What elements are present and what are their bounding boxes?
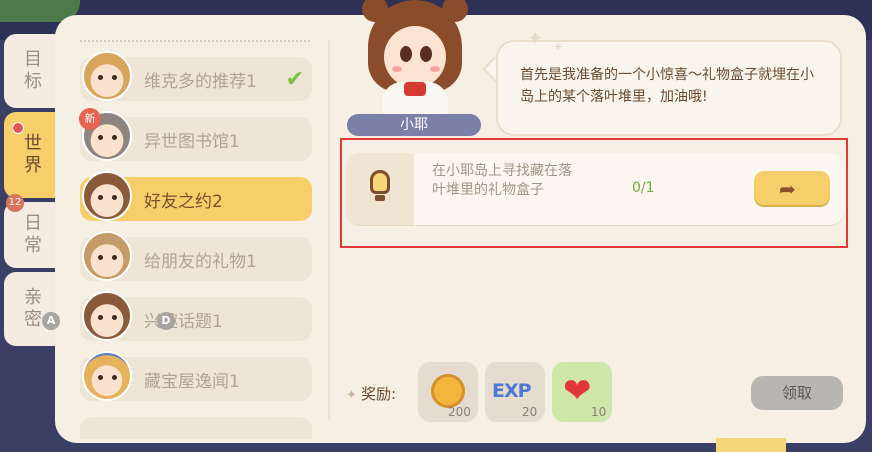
quest-item-interest[interactable]: 兴趣话题1 — [80, 291, 312, 341]
heart-icon: ❤ — [563, 371, 592, 411]
check-icon: ✔ — [285, 67, 304, 92]
tab-goals[interactable]: 目标 — [4, 34, 62, 108]
reward-count: 20 — [522, 405, 538, 419]
tab-label: 世界 — [24, 133, 42, 176]
tab-badge: 12 — [6, 194, 24, 212]
quest-item-victor[interactable]: 维克多的推荐1 ✔ — [80, 51, 312, 101]
notification-dot — [12, 122, 24, 134]
quest-item-friend-date[interactable]: 好友之约2 — [80, 171, 312, 221]
tab-daily[interactable]: 12 日常 — [4, 194, 62, 268]
quest-item-treasure[interactable]: 藏宝屋逸闻1 — [80, 351, 312, 401]
tab-world[interactable]: 世界 — [4, 112, 62, 198]
reward-label: ✦ 奖励: — [346, 383, 396, 404]
npc-portrait — [362, 0, 468, 116]
quest-label: 好友之约2 — [144, 191, 223, 212]
sparkle-icon: ✦ — [527, 26, 544, 50]
quest-item-partial[interactable] — [80, 417, 312, 439]
quest-label: 给朋友的礼物1 — [144, 251, 257, 272]
avatar — [82, 231, 132, 281]
tab-intimacy[interactable]: 亲密 — [4, 272, 62, 346]
tab-label: 日常 — [24, 213, 42, 256]
exp-icon: EXP — [492, 380, 532, 402]
reward-count: 200 — [448, 405, 471, 419]
panel-divider — [328, 40, 330, 420]
avatar — [82, 291, 132, 341]
background-yellow — [716, 438, 786, 452]
reward-label-text: 奖励: — [361, 385, 397, 403]
avatar — [82, 51, 132, 101]
reward-count: 10 — [591, 405, 607, 419]
list-top-divider — [80, 40, 310, 42]
tab-label: 目标 — [24, 49, 42, 92]
sparkle-icon: ✦ — [553, 40, 564, 54]
claim-button[interactable]: 领取 — [751, 376, 843, 410]
quest-label: 兴趣话题1 — [144, 311, 223, 332]
quest-label: 藏宝屋逸闻1 — [144, 371, 240, 392]
avatar — [82, 171, 132, 221]
highlight-frame — [340, 138, 848, 248]
sparkle-icon: ✦ — [346, 388, 362, 403]
coin-icon — [431, 374, 465, 408]
avatar — [82, 351, 132, 401]
quest-label: 维克多的推荐1 — [144, 71, 257, 92]
quest-label: 异世图书馆1 — [144, 131, 240, 152]
quest-item-gift[interactable]: 给朋友的礼物1 — [80, 231, 312, 281]
letter-a-marker: A — [42, 312, 60, 330]
quest-item-library[interactable]: 异世图书馆1 — [80, 111, 312, 161]
letter-d-marker: D — [157, 312, 175, 330]
npc-name: 小耶 — [347, 114, 481, 136]
dialogue-text: 首先是我准备的一个小惊喜～礼物盒子就埋在小岛上的某个落叶堆里，加油哦! — [520, 67, 814, 105]
tab-label: 亲密 — [24, 287, 42, 330]
new-badge: 新 — [79, 108, 101, 130]
